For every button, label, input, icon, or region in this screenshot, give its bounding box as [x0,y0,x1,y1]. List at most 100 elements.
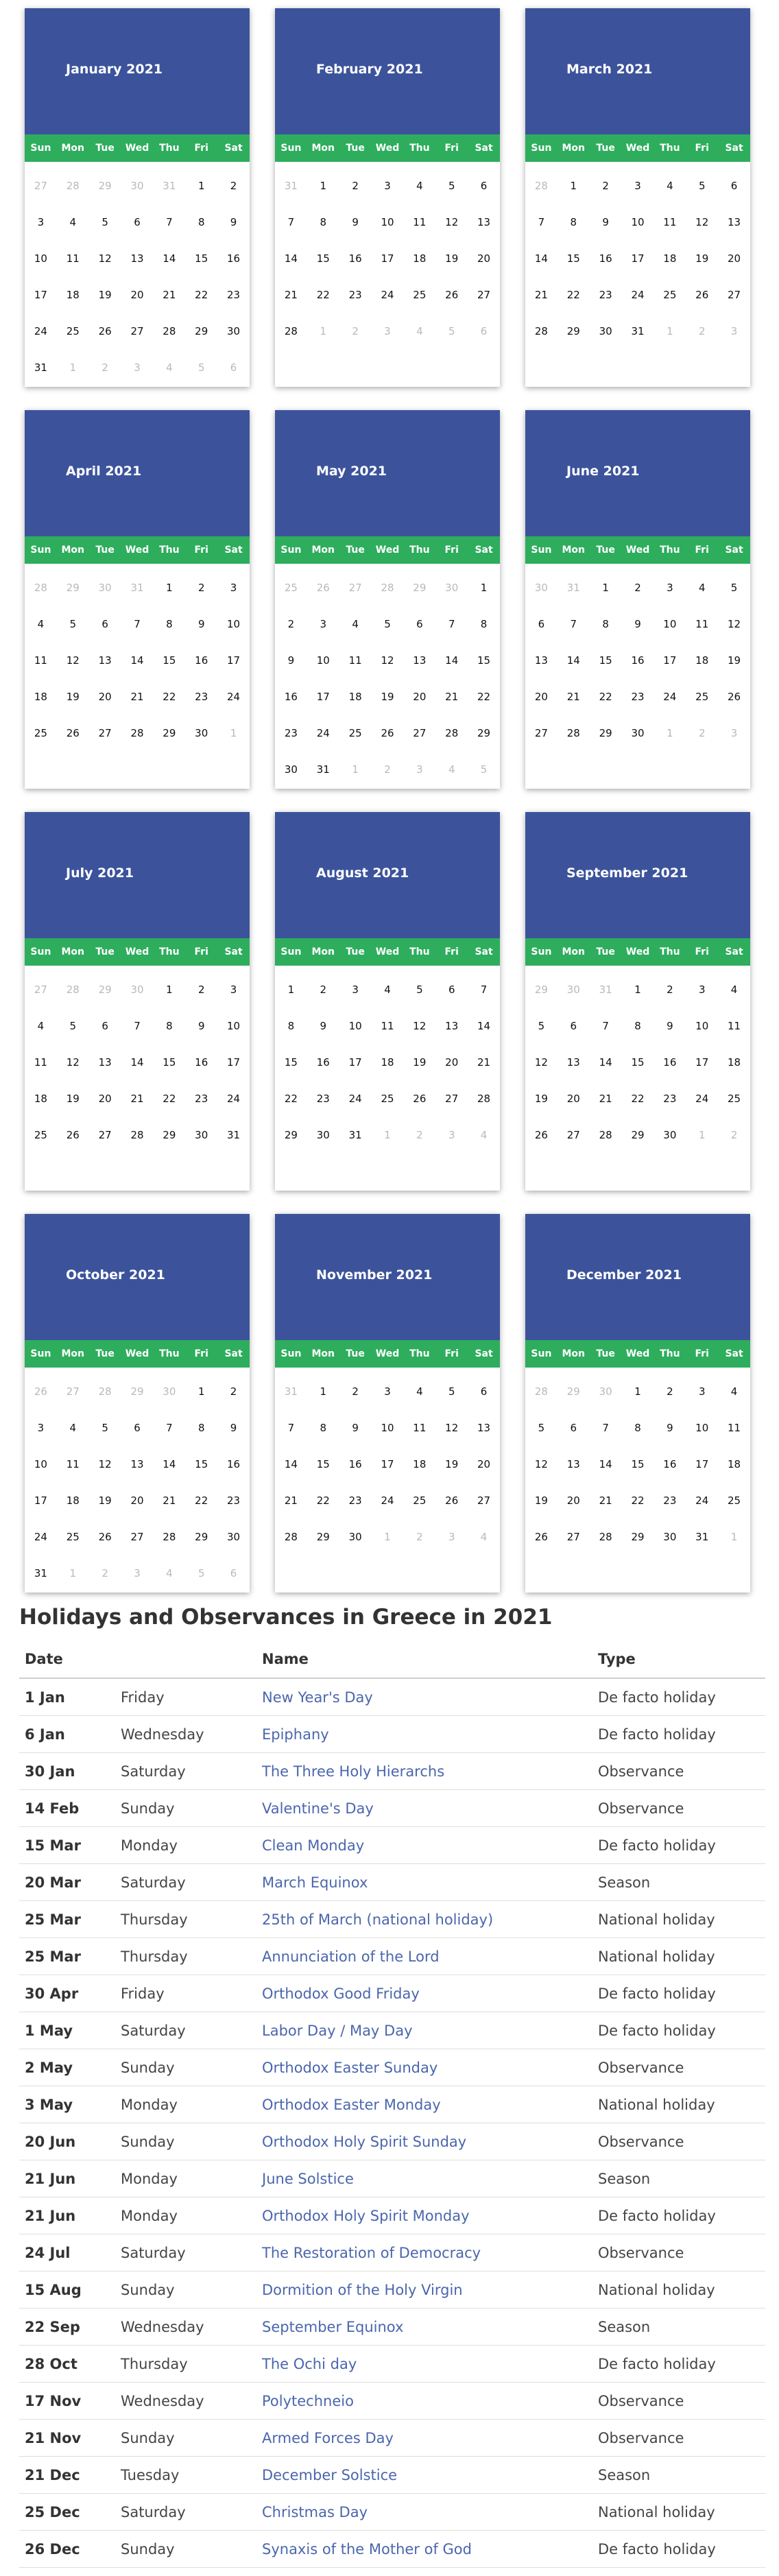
day-cell[interactable]: 4 [57,1409,89,1446]
day-cell[interactable]: 6 [558,1409,590,1446]
day-cell[interactable]: 13 [121,1446,154,1482]
day-cell[interactable]: 27 [468,276,500,313]
day-cell[interactable]: 22 [590,678,622,715]
day-cell[interactable]: 20 [121,1482,154,1518]
day-cell[interactable]: 25 [25,1117,57,1153]
day-cell[interactable]: 20 [403,678,435,715]
day-cell[interactable]: 22 [622,1080,654,1117]
day-cell[interactable]: 18 [403,240,435,276]
day-cell[interactable]: 12 [525,1446,558,1482]
day-cell[interactable]: 25 [339,715,372,751]
day-cell[interactable]: 21 [121,1080,154,1117]
day-cell[interactable]: 1 [468,569,500,606]
day-cell[interactable]: 6 [558,1007,590,1044]
day-cell[interactable]: 30 [185,1117,217,1153]
day-cell[interactable]: 23 [307,1080,339,1117]
day-cell[interactable]: 25 [686,678,718,715]
day-cell[interactable]: 21 [275,276,307,313]
day-cell[interactable]: 1 [622,1373,654,1409]
holiday-link[interactable]: December Solstice [262,2467,397,2483]
day-cell[interactable]: 29 [153,715,185,751]
day-cell[interactable]: 20 [468,1446,500,1482]
day-cell[interactable]: 3 [686,971,718,1007]
holiday-link[interactable]: Orthodox Holy Spirit Sunday [262,2134,466,2150]
holiday-link[interactable]: Valentine's Day [262,1800,374,1817]
day-cell[interactable]: 5 [435,1373,468,1409]
day-cell[interactable]: 14 [121,1044,154,1080]
holiday-link[interactable]: Annunciation of the Lord [262,1948,440,1965]
day-cell[interactable]: 22 [558,276,590,313]
day-cell[interactable]: 10 [25,240,57,276]
day-cell[interactable]: 20 [89,1080,121,1117]
holiday-link[interactable]: September Equinox [262,2319,403,2335]
day-cell[interactable]: 25 [403,1482,435,1518]
day-cell[interactable]: 28 [275,1518,307,1555]
day-cell[interactable]: 30 [217,313,250,349]
day-cell[interactable]: 21 [121,678,154,715]
day-cell[interactable]: 20 [718,240,750,276]
holiday-link[interactable]: Synaxis of the Mother of God [262,2541,472,2557]
day-cell[interactable]: 7 [275,204,307,240]
day-cell[interactable]: 7 [153,1409,185,1446]
day-cell[interactable]: 8 [153,1007,185,1044]
day-cell[interactable]: 15 [275,1044,307,1080]
day-cell[interactable]: 9 [217,1409,250,1446]
day-cell[interactable]: 7 [153,204,185,240]
day-cell[interactable]: 7 [121,1007,154,1044]
day-cell[interactable]: 8 [307,204,339,240]
day-cell[interactable]: 18 [25,678,57,715]
day-cell[interactable]: 23 [654,1080,686,1117]
day-cell[interactable]: 22 [185,276,217,313]
holiday-link[interactable]: March Equinox [262,1874,368,1891]
day-cell[interactable]: 15 [153,1044,185,1080]
day-cell[interactable]: 7 [275,1409,307,1446]
day-cell[interactable]: 16 [339,240,372,276]
day-cell[interactable]: 21 [468,1044,500,1080]
day-cell[interactable]: 24 [372,1482,404,1518]
day-cell[interactable]: 25 [718,1482,750,1518]
day-cell[interactable]: 10 [307,642,339,678]
day-cell[interactable]: 31 [339,1117,372,1153]
day-cell[interactable]: 14 [590,1044,622,1080]
day-cell[interactable]: 9 [622,606,654,642]
day-cell[interactable]: 7 [468,971,500,1007]
day-cell[interactable]: 10 [686,1409,718,1446]
day-cell[interactable]: 15 [185,240,217,276]
day-cell[interactable]: 5 [718,569,750,606]
day-cell[interactable]: 16 [275,678,307,715]
day-cell[interactable]: 17 [307,678,339,715]
day-cell[interactable]: 17 [339,1044,372,1080]
day-cell[interactable]: 11 [372,1007,404,1044]
day-cell[interactable]: 8 [468,606,500,642]
day-cell[interactable]: 17 [686,1044,718,1080]
day-cell[interactable]: 16 [307,1044,339,1080]
day-cell[interactable]: 20 [89,678,121,715]
day-cell[interactable]: 29 [622,1117,654,1153]
day-cell[interactable]: 8 [307,1409,339,1446]
day-cell[interactable]: 24 [654,678,686,715]
day-cell[interactable]: 9 [185,606,217,642]
day-cell[interactable]: 7 [525,204,558,240]
day-cell[interactable]: 24 [25,1518,57,1555]
day-cell[interactable]: 29 [185,1518,217,1555]
day-cell[interactable]: 9 [185,1007,217,1044]
day-cell[interactable]: 25 [25,715,57,751]
day-cell[interactable]: 19 [57,1080,89,1117]
day-cell[interactable]: 2 [339,1373,372,1409]
day-cell[interactable]: 24 [686,1482,718,1518]
day-cell[interactable]: 16 [622,642,654,678]
day-cell[interactable]: 10 [217,606,250,642]
holiday-link[interactable]: New Year's Day [262,1689,373,1706]
day-cell[interactable]: 10 [25,1446,57,1482]
day-cell[interactable]: 27 [468,1482,500,1518]
day-cell[interactable]: 29 [558,313,590,349]
day-cell[interactable]: 27 [89,715,121,751]
day-cell[interactable]: 29 [153,1117,185,1153]
holiday-link[interactable]: The Three Holy Hierarchs [262,1763,444,1780]
day-cell[interactable]: 9 [339,204,372,240]
day-cell[interactable]: 3 [372,1373,404,1409]
day-cell[interactable]: 31 [307,751,339,787]
day-cell[interactable]: 6 [89,1007,121,1044]
day-cell[interactable]: 3 [217,971,250,1007]
day-cell[interactable]: 2 [217,167,250,204]
